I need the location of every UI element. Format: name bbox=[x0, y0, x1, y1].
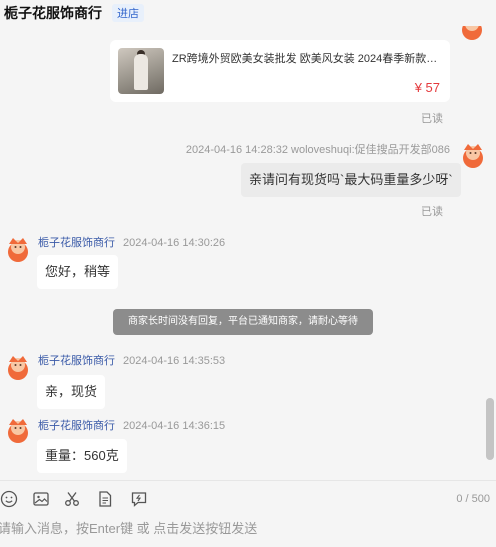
sender-line: 栀子花服饰商行 2024-04-16 14:36:15 bbox=[38, 417, 225, 433]
system-notice: 商家长时间没有回复，平台已通知商家，请耐心等待 bbox=[113, 309, 373, 335]
enter-shop-button[interactable]: 进店 bbox=[112, 4, 144, 22]
scissors-icon[interactable] bbox=[63, 490, 81, 508]
sender-name: 栀子花服饰商行 bbox=[38, 420, 115, 432]
message-time: 2024-04-16 14:36:15 bbox=[123, 420, 226, 432]
image-icon[interactable] bbox=[32, 490, 50, 508]
message-list: ZR跨境外贸欧美女装批发 欧美风女装 2024春季新款拼... ¥ 57 已读 … bbox=[0, 26, 496, 476]
message-bubble: 您好，稍等 bbox=[37, 255, 119, 289]
avatar-icon bbox=[462, 26, 482, 40]
message-time: 2024-04-16 14:35:53 bbox=[123, 355, 226, 367]
emoji-icon[interactable] bbox=[0, 490, 18, 508]
message-meta: 2024-04-16 14:28:32 woloveshuqi:促佳搜品开发部0… bbox=[185, 144, 450, 156]
char-counter: 0 / 500 bbox=[456, 493, 490, 505]
message-bubble: 亲，现货 bbox=[37, 375, 106, 409]
sender-name: 栀子花服饰商行 bbox=[38, 355, 115, 367]
shop-avatar bbox=[4, 415, 32, 443]
message-bubble: 亲请问有现货吗`最大码重量多少呀` bbox=[241, 163, 461, 197]
read-status: 已读 bbox=[421, 113, 443, 125]
message-time: 2024-04-16 14:30:26 bbox=[123, 237, 226, 249]
buyer-avatar bbox=[459, 140, 487, 168]
read-status: 已读 bbox=[421, 206, 443, 218]
avatar-partial bbox=[458, 26, 486, 44]
sender-name: 栀子花服饰商行 bbox=[38, 237, 115, 249]
avatar-icon bbox=[8, 238, 28, 262]
scrollbar-thumb[interactable] bbox=[486, 398, 494, 460]
sender-line: 栀子花服饰商行 2024-04-16 14:30:26 bbox=[38, 234, 225, 250]
product-price: ¥ 57 bbox=[414, 80, 440, 95]
shop-avatar bbox=[4, 234, 32, 262]
sender-line: 栀子花服饰商行 2024-04-16 14:35:53 bbox=[38, 352, 225, 368]
avatar-icon bbox=[8, 419, 28, 443]
product-card[interactable]: ZR跨境外贸欧美女装批发 欧美风女装 2024春季新款拼... ¥ 57 bbox=[110, 40, 450, 102]
avatar-icon bbox=[8, 356, 28, 380]
chat-header: 栀子花服饰商行 进店 bbox=[0, 0, 496, 26]
message-bubble: 重量：560克 bbox=[37, 439, 127, 473]
message-input[interactable] bbox=[0, 517, 478, 539]
avatar-icon bbox=[459, 140, 487, 168]
product-image bbox=[118, 48, 164, 94]
product-name: ZR跨境外贸欧美女装批发 欧美风女装 2024春季新款拼... bbox=[172, 53, 444, 65]
quick-reply-icon[interactable] bbox=[130, 490, 148, 508]
message-input-area bbox=[0, 516, 496, 547]
document-icon[interactable] bbox=[96, 490, 114, 508]
shop-avatar bbox=[4, 352, 32, 380]
input-toolbar: 0 / 500 bbox=[0, 480, 496, 516]
shop-name: 栀子花服饰商行 bbox=[4, 5, 102, 21]
